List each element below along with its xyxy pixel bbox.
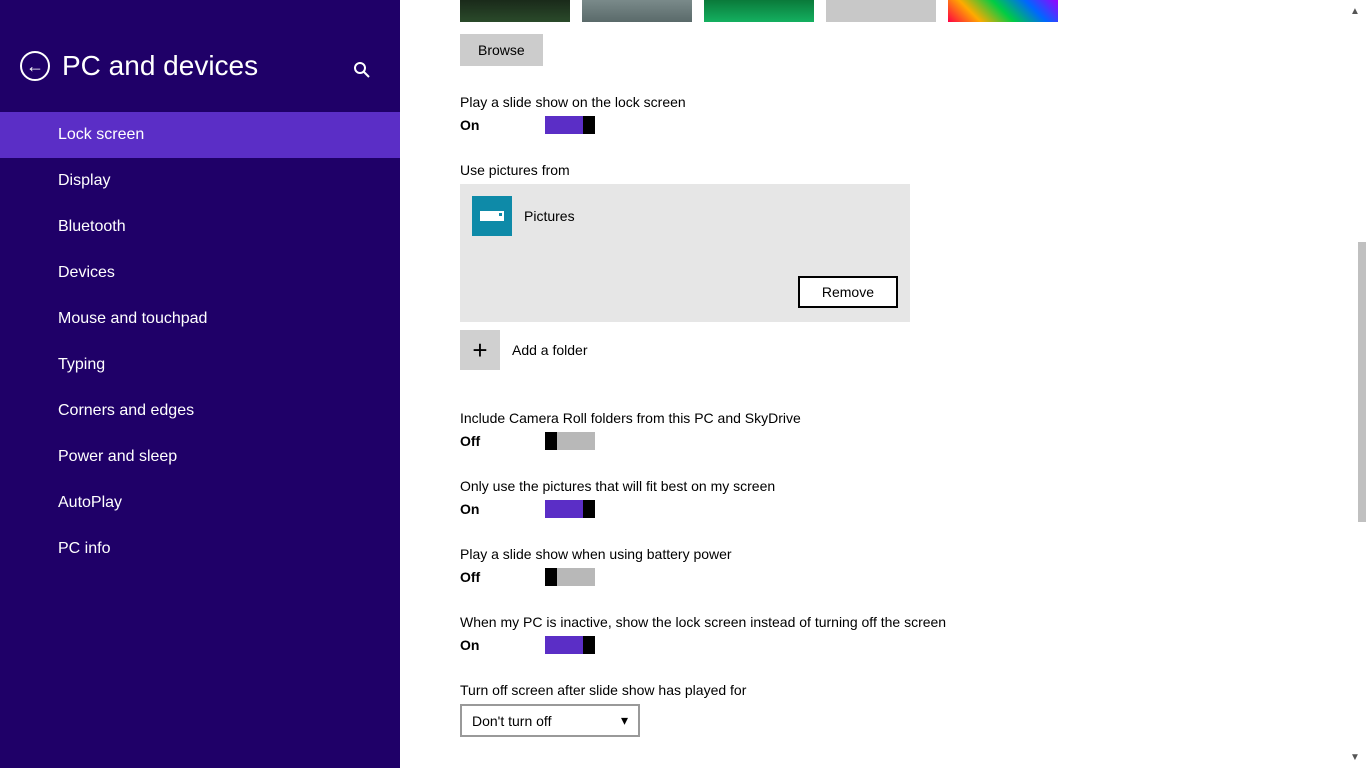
back-button[interactable]: ← xyxy=(20,51,50,81)
slideshow-toggle[interactable] xyxy=(545,116,595,134)
inactive-toggle[interactable] xyxy=(545,636,595,654)
pictures-folder-name: Pictures xyxy=(524,208,575,224)
back-arrow-icon: ← xyxy=(26,57,44,75)
turn-off-label: Turn off screen after slide show has pla… xyxy=(460,682,1366,698)
fit-best-label: Only use the pictures that will fit best… xyxy=(460,478,1366,494)
slideshow-state: On xyxy=(460,117,545,133)
use-pictures-label: Use pictures from xyxy=(460,162,1366,178)
page-title: PC and devices xyxy=(62,50,258,82)
toggle-knob xyxy=(583,636,595,654)
camera-roll-label: Include Camera Roll folders from this PC… xyxy=(460,410,1366,426)
scroll-up-icon[interactable]: ▲ xyxy=(1344,0,1366,22)
chevron-down-icon: ▾ xyxy=(621,712,628,729)
toggle-knob xyxy=(545,568,557,586)
camera-roll-state: Off xyxy=(460,433,545,449)
inactive-state: On xyxy=(460,637,545,653)
scrollbar[interactable]: ▲ ▼ xyxy=(1344,0,1366,768)
camera-roll-toggle[interactable] xyxy=(545,432,595,450)
nav: Lock screen Display Bluetooth Devices Mo… xyxy=(0,112,400,572)
battery-toggle[interactable] xyxy=(545,568,595,586)
scroll-down-icon[interactable]: ▼ xyxy=(1344,746,1366,768)
lockscreen-thumb[interactable] xyxy=(460,0,570,22)
sidebar-item-lock-screen[interactable]: Lock screen xyxy=(0,112,400,158)
toggle-knob xyxy=(583,500,595,518)
sidebar-item-display[interactable]: Display xyxy=(0,158,400,204)
lockscreen-thumb[interactable] xyxy=(582,0,692,22)
toggle-knob xyxy=(545,432,557,450)
lockscreen-thumb[interactable] xyxy=(948,0,1058,22)
plus-icon: + xyxy=(472,335,487,366)
sidebar-item-autoplay[interactable]: AutoPlay xyxy=(0,480,400,526)
add-folder-button[interactable]: + xyxy=(460,330,500,370)
sidebar-item-power-sleep[interactable]: Power and sleep xyxy=(0,434,400,480)
lockscreen-thumb[interactable] xyxy=(704,0,814,22)
turn-off-dropdown[interactable]: Don't turn off ▾ xyxy=(460,704,640,737)
sidebar-item-mouse-touchpad[interactable]: Mouse and touchpad xyxy=(0,296,400,342)
sidebar-item-pc-info[interactable]: PC info xyxy=(0,526,400,572)
toggle-knob xyxy=(583,116,595,134)
search-icon[interactable] xyxy=(354,62,370,83)
fit-best-toggle[interactable] xyxy=(545,500,595,518)
pictures-folder-row[interactable]: Pictures xyxy=(472,196,898,236)
lockscreen-thumb[interactable] xyxy=(826,0,936,22)
pictures-folder-box: Pictures Remove xyxy=(460,184,910,322)
sidebar-item-typing[interactable]: Typing xyxy=(0,342,400,388)
scroll-track[interactable] xyxy=(1344,22,1366,746)
sidebar: ← PC and devices Lock screen Display Blu… xyxy=(0,0,400,768)
add-folder-label: Add a folder xyxy=(512,342,588,358)
content-panel: Browse Play a slide show on the lock scr… xyxy=(400,0,1366,768)
slideshow-label: Play a slide show on the lock screen xyxy=(460,94,1366,110)
battery-state: Off xyxy=(460,569,545,585)
lockscreen-thumbnails xyxy=(460,0,1366,22)
sidebar-item-bluetooth[interactable]: Bluetooth xyxy=(0,204,400,250)
turn-off-value: Don't turn off xyxy=(472,713,551,729)
sidebar-item-corners-edges[interactable]: Corners and edges xyxy=(0,388,400,434)
sidebar-header: ← PC and devices xyxy=(0,0,400,112)
inactive-label: When my PC is inactive, show the lock sc… xyxy=(460,614,1366,630)
fit-best-state: On xyxy=(460,501,545,517)
remove-button[interactable]: Remove xyxy=(798,276,898,308)
sidebar-item-devices[interactable]: Devices xyxy=(0,250,400,296)
battery-label: Play a slide show when using battery pow… xyxy=(460,546,1366,562)
scroll-thumb[interactable] xyxy=(1358,242,1366,522)
folder-icon xyxy=(472,196,512,236)
browse-button[interactable]: Browse xyxy=(460,34,543,66)
